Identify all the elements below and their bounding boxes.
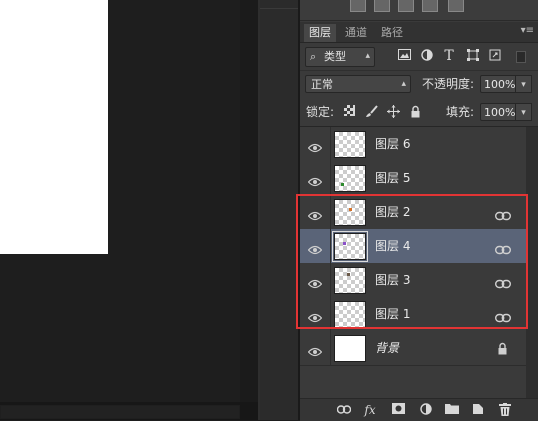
layers-panel: 图层 通道 路径 ▾≡ ⌕ 类型 ▴ T 正常 ▴ 不透明度: 100% ▾ 锁… [300, 0, 538, 421]
layer-name[interactable]: 图层 1 [375, 306, 410, 322]
document-canvas[interactable] [0, 0, 108, 254]
canvas-vertical-scrollbar[interactable] [240, 0, 258, 402]
delete-layer-icon[interactable] [497, 403, 513, 417]
eye-icon[interactable] [307, 138, 323, 153]
opacity-label: 不透明度: [422, 77, 475, 91]
tab-paths[interactable]: 路径 [376, 24, 408, 42]
layer-name[interactable]: 图层 2 [375, 204, 410, 220]
lock-icon [497, 340, 509, 355]
fill-dropdown-icon[interactable]: ▾ [516, 103, 532, 121]
add-mask-icon[interactable] [390, 403, 406, 417]
layer-thumbnail[interactable] [334, 199, 366, 226]
layer-thumbnail[interactable] [334, 335, 366, 362]
eye-icon[interactable] [307, 206, 323, 221]
tab-channels[interactable]: 通道 [340, 24, 372, 42]
pixel-filter-icon[interactable] [397, 49, 411, 63]
tab-layers[interactable]: 图层 [304, 24, 336, 42]
visibility-toggle[interactable] [300, 331, 331, 365]
layer-thumbnail[interactable] [334, 131, 366, 158]
blend-row: 正常 ▴ 不透明度: 100% ▾ [300, 70, 538, 99]
panel-menu-icon[interactable]: ▾≡ [521, 25, 534, 36]
layer-thumbnail[interactable] [332, 231, 368, 262]
layer-name[interactable]: 背景 [375, 340, 399, 356]
link-layers-icon[interactable] [336, 403, 352, 417]
adjustment-icon[interactable] [374, 0, 390, 12]
lock-row: 锁定: 填充: 100% ▾ [300, 98, 538, 127]
adjustment-layer-icon[interactable] [418, 403, 434, 417]
fill-input[interactable]: 100% [480, 103, 516, 121]
layers-bottom-bar: fx [300, 398, 538, 421]
thumbnail-content-dot [347, 273, 350, 276]
smart-object-filter-icon[interactable] [488, 49, 502, 63]
visibility-toggle[interactable] [300, 127, 331, 161]
collapsed-panel-strip [260, 0, 298, 420]
filter-kind-label: 类型 [324, 50, 346, 63]
adjustment-filter-icon[interactable] [420, 49, 434, 63]
visibility-toggle[interactable] [300, 297, 331, 331]
layer-name[interactable]: 图层 3 [375, 272, 410, 288]
link-icon [494, 274, 512, 289]
lock-all-icon[interactable] [408, 105, 422, 119]
fx-icon[interactable]: fx [362, 403, 378, 417]
thumbnail-content-dot [349, 208, 352, 211]
visibility-toggle[interactable] [300, 161, 331, 195]
layer-row[interactable]: 图层 2 [300, 195, 526, 230]
layer-name[interactable]: 图层 4 [375, 238, 410, 254]
layer-row[interactable]: 图层 6 [300, 127, 526, 162]
link-icon [494, 240, 512, 255]
layer-name[interactable]: 图层 5 [375, 170, 410, 186]
layer-name[interactable]: 图层 6 [375, 136, 410, 152]
canvas-horizontal-scrollbar[interactable] [0, 402, 258, 420]
lock-label: 锁定: [306, 105, 335, 119]
type-filter-icon[interactable]: T [442, 49, 456, 63]
filter-toggle[interactable] [516, 51, 526, 63]
adjustment-icon[interactable] [448, 0, 464, 12]
background-layer-row[interactable]: 背景 [300, 331, 526, 366]
opacity-dropdown-icon[interactable]: ▾ [516, 75, 532, 93]
eye-icon[interactable] [307, 240, 323, 255]
adjustment-icon[interactable] [350, 0, 366, 12]
lock-transparent-pixels-icon[interactable] [342, 105, 356, 119]
filter-row: ⌕ 类型 ▴ T [300, 44, 538, 70]
layer-thumbnail[interactable] [334, 301, 366, 328]
adjustments-strip [300, 0, 538, 21]
eye-icon[interactable] [307, 342, 323, 357]
opacity-input[interactable]: 100% [480, 75, 516, 93]
select-arrow-icon: ▴ [365, 51, 370, 61]
new-layer-icon[interactable] [470, 403, 486, 417]
select-arrow-icon: ▴ [401, 79, 406, 89]
new-group-icon[interactable] [444, 403, 460, 417]
canvas-area[interactable] [0, 0, 240, 420]
layer-thumbnail[interactable] [334, 267, 366, 294]
lock-position-icon[interactable] [386, 105, 400, 119]
layer-thumbnail[interactable] [334, 165, 366, 192]
link-icon [494, 308, 512, 323]
eye-icon[interactable] [307, 172, 323, 187]
visibility-toggle[interactable] [300, 195, 331, 229]
eye-icon[interactable] [307, 274, 323, 289]
layers-scrollbar[interactable] [526, 127, 538, 398]
lock-image-pixels-icon[interactable] [364, 105, 378, 119]
panel-tabs: 图层 通道 路径 ▾≡ [300, 22, 538, 43]
search-icon: ⌕ [310, 50, 317, 63]
filter-kind-select[interactable]: ⌕ 类型 ▴ [305, 47, 375, 67]
blend-mode-value: 正常 [311, 78, 333, 91]
layer-row[interactable]: 图层 3 [300, 263, 526, 298]
link-icon [494, 206, 512, 221]
scroll-thumb[interactable] [0, 405, 240, 419]
strip-line [260, 8, 298, 9]
blend-mode-select[interactable]: 正常 ▴ [305, 75, 411, 93]
adjustment-icon[interactable] [422, 0, 438, 12]
layer-row[interactable]: 图层 5 [300, 161, 526, 196]
fill-label: 填充: [446, 105, 475, 119]
adjustment-icon[interactable] [398, 0, 414, 12]
visibility-toggle[interactable] [300, 229, 331, 263]
thumbnail-content-dot [341, 183, 344, 186]
layer-row[interactable]: 图层 1 [300, 297, 526, 332]
shape-filter-icon[interactable] [466, 49, 480, 63]
layer-row[interactable]: 图层 4 [300, 229, 526, 264]
visibility-toggle[interactable] [300, 263, 331, 297]
thumbnail-content-dot [343, 242, 346, 245]
eye-icon[interactable] [307, 308, 323, 323]
